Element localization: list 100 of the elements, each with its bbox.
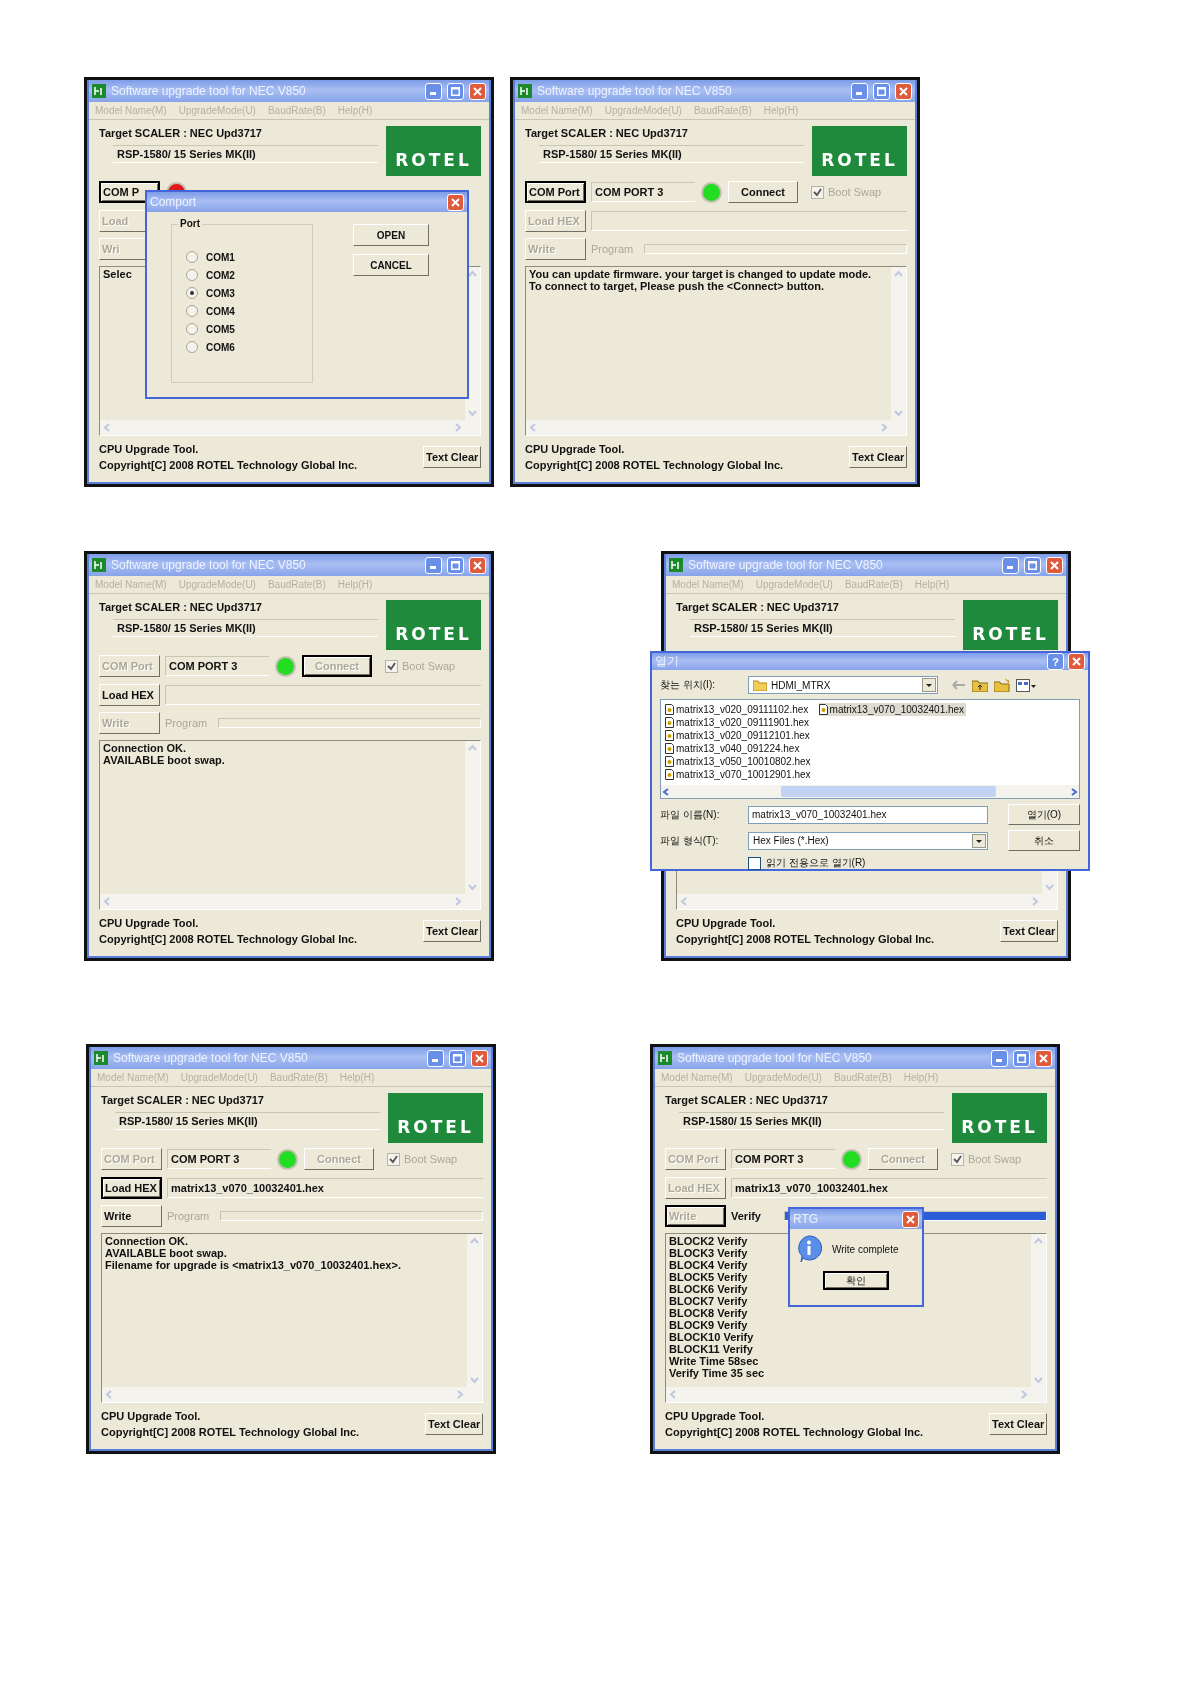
connect-button[interactable]: Connect xyxy=(728,181,798,203)
minimize-button[interactable] xyxy=(991,1049,1008,1067)
close-button[interactable] xyxy=(1068,653,1085,670)
maximize-button[interactable] xyxy=(873,82,890,100)
close-button[interactable] xyxy=(1046,556,1063,574)
menu-item[interactable]: UpgradeMode(U) xyxy=(178,105,256,116)
load-hex-button[interactable]: Load HEX xyxy=(101,1177,162,1199)
menu-item[interactable]: Model Name(M) xyxy=(661,1072,733,1083)
minimize-button[interactable] xyxy=(1002,556,1019,574)
scrollbar[interactable] xyxy=(661,785,1079,798)
cancel-button[interactable]: 취소 xyxy=(1008,830,1080,851)
menu-item[interactable]: Help(H) xyxy=(763,105,799,116)
maximize-button[interactable] xyxy=(449,1049,466,1067)
port-radio[interactable]: COM1 xyxy=(186,251,312,263)
port-radio[interactable]: COM6 xyxy=(186,341,312,353)
file-item[interactable]: matrix13_v070_10012901.hex xyxy=(665,768,813,781)
scrollbar[interactable] xyxy=(467,1234,482,1387)
radio-circle[interactable] xyxy=(186,305,198,317)
com-port-button[interactable]: COM Port xyxy=(525,181,586,203)
file-item[interactable]: matrix13_v020_09112101.hex xyxy=(665,729,813,742)
dropdown-icon[interactable] xyxy=(972,833,986,848)
menu-item[interactable]: UpgradeMode(U) xyxy=(755,579,833,590)
scrollbar[interactable] xyxy=(465,741,480,894)
file-item[interactable]: matrix13_v020_09111901.hex xyxy=(665,716,813,729)
cancel-button[interactable]: CANCEL xyxy=(353,254,429,276)
text-clear-button[interactable]: Text Clear xyxy=(849,446,907,468)
menu-item[interactable]: Help(H) xyxy=(903,1072,939,1083)
menu-item[interactable]: Help(H) xyxy=(337,579,373,590)
file-item[interactable]: matrix13_v050_10010802.hex xyxy=(665,755,813,768)
menu-item[interactable]: Model Name(M) xyxy=(95,105,167,116)
minimize-button[interactable] xyxy=(425,82,442,100)
file-item[interactable]: matrix13_v020_09111102.hex xyxy=(665,703,813,716)
radio-circle[interactable] xyxy=(186,287,198,299)
arrow-right-icon[interactable] xyxy=(1069,786,1079,797)
radio-circle[interactable] xyxy=(186,323,198,335)
ok-button[interactable]: 확인 xyxy=(823,1271,889,1290)
maximize-button[interactable] xyxy=(447,82,464,100)
load-hex-button[interactable]: Load HEX xyxy=(99,684,160,706)
close-button[interactable] xyxy=(447,193,464,211)
menu-item[interactable]: Model Name(M) xyxy=(521,105,593,116)
minimize-button[interactable] xyxy=(851,82,868,100)
file-item[interactable]: matrix13_v040_091224.hex xyxy=(665,742,813,755)
help-button[interactable]: ? xyxy=(1047,653,1064,670)
port-radio[interactable]: COM3 xyxy=(186,287,312,299)
open-button[interactable]: OPEN xyxy=(353,224,429,246)
new-folder-icon[interactable] xyxy=(994,678,1010,692)
menu-item[interactable]: UpgradeMode(U) xyxy=(744,1072,822,1083)
close-button[interactable] xyxy=(902,1210,919,1228)
menu-item[interactable]: Model Name(M) xyxy=(95,579,167,590)
view-menu-icon[interactable] xyxy=(1016,678,1036,692)
text-clear-button[interactable]: Text Clear xyxy=(989,1413,1047,1435)
close-button[interactable] xyxy=(1035,1049,1052,1067)
write-button[interactable]: Write xyxy=(101,1205,162,1227)
text-clear-button[interactable]: Text Clear xyxy=(425,1413,483,1435)
port-radio[interactable]: COM5 xyxy=(186,323,312,335)
menu-item[interactable]: BaudRate(B) xyxy=(267,579,326,590)
folder-up-icon[interactable] xyxy=(972,678,988,692)
arrow-left-icon[interactable] xyxy=(661,786,671,797)
back-arrow-icon[interactable] xyxy=(952,680,966,690)
menu-item[interactable]: Model Name(M) xyxy=(672,579,744,590)
menu-item[interactable]: BaudRate(B) xyxy=(693,105,752,116)
minimize-button[interactable] xyxy=(427,1049,444,1067)
port-radio[interactable]: COM4 xyxy=(186,305,312,317)
port-radio[interactable]: COM2 xyxy=(186,269,312,281)
menu-item[interactable]: BaudRate(B) xyxy=(833,1072,892,1083)
model-field: RSP-1580/ 15 Series MK(II) xyxy=(679,1112,944,1130)
close-button[interactable] xyxy=(471,1049,488,1067)
scrollbar[interactable] xyxy=(891,267,906,420)
check-box[interactable] xyxy=(748,856,761,870)
menu-item[interactable]: BaudRate(B) xyxy=(269,1072,328,1083)
maximize-button[interactable] xyxy=(447,556,464,574)
text-clear-button[interactable]: Text Clear xyxy=(423,920,481,942)
menu-item[interactable]: UpgradeMode(U) xyxy=(604,105,682,116)
radio-circle[interactable] xyxy=(186,251,198,263)
radio-circle[interactable] xyxy=(186,341,198,353)
location-combo[interactable]: HDMI_MTRX xyxy=(748,676,938,694)
filetype-combo[interactable]: Hex Files (*.Hex) xyxy=(748,831,988,850)
radio-circle[interactable] xyxy=(186,269,198,281)
filename-field[interactable]: matrix13_v070_10032401.hex xyxy=(748,805,988,824)
maximize-button[interactable] xyxy=(1024,556,1041,574)
close-button[interactable] xyxy=(469,556,486,574)
menu-item[interactable]: UpgradeMode(U) xyxy=(180,1072,258,1083)
read-only-checkbox[interactable]: 읽기 전용으로 열기(R) xyxy=(748,856,1080,870)
scrollbar[interactable] xyxy=(1031,1234,1046,1387)
text-clear-button[interactable]: Text Clear xyxy=(423,446,481,468)
close-button[interactable] xyxy=(895,82,912,100)
menu-item[interactable]: Help(H) xyxy=(337,105,373,116)
dropdown-icon[interactable] xyxy=(922,678,936,692)
close-button[interactable] xyxy=(469,82,486,100)
menu-item[interactable]: Model Name(M) xyxy=(97,1072,169,1083)
menu-item[interactable]: Help(H) xyxy=(914,579,950,590)
maximize-button[interactable] xyxy=(1013,1049,1030,1067)
minimize-button[interactable] xyxy=(425,556,442,574)
menu-item[interactable]: UpgradeMode(U) xyxy=(178,579,256,590)
text-clear-button[interactable]: Text Clear xyxy=(1000,920,1058,942)
menu-item[interactable]: BaudRate(B) xyxy=(267,105,326,116)
menu-item[interactable]: BaudRate(B) xyxy=(844,579,903,590)
file-item[interactable]: matrix13_v070_10032401.hex xyxy=(818,703,967,716)
open-button[interactable]: 열기(O) xyxy=(1008,804,1080,825)
menu-item[interactable]: Help(H) xyxy=(339,1072,375,1083)
